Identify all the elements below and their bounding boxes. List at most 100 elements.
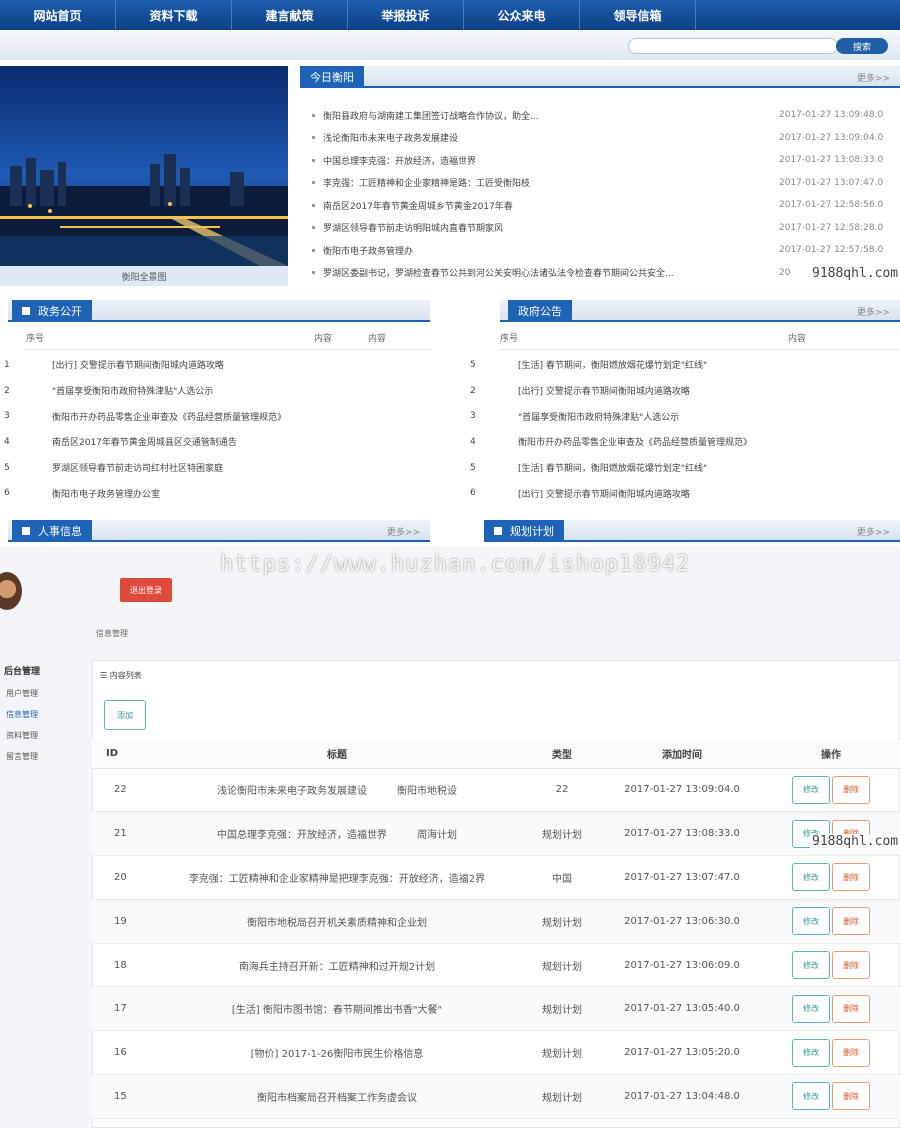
list-item[interactable]: 4 衡阳市开办药品零售企业审查及《药品经营质量管理规范》 xyxy=(470,429,900,455)
cell-id: 20 xyxy=(92,855,152,900)
table-row: 22 浅论衡阳市未来电子政务发展建设 衡阳市地税设 22 2017-01-27 13:0… xyxy=(92,768,900,813)
row-title[interactable]: 衡阳市开办药品零售企业审查及《药品经营质量管理规范》 xyxy=(518,435,752,448)
list-item[interactable]: 5 [生活] 春节期间，衡阳燃放烟花爆竹划定"红线" xyxy=(470,352,900,378)
list-item[interactable]: 李克强：工匠精神和企业家精神是路：工匠受衡阳枝 2017-01-27 13:07:… xyxy=(312,172,900,195)
cell-type: 规划计划 xyxy=(522,1074,602,1119)
gov-tab[interactable]: 政务公开 xyxy=(12,300,92,322)
delete-button[interactable]: 删除 xyxy=(832,994,870,1023)
plan-more-link[interactable]: 更多>> xyxy=(857,525,890,538)
nav-item[interactable]: 举报投诉 xyxy=(348,0,464,30)
row-title[interactable]: [出行] 交警提示春节期间衡阳城内道路攻略 xyxy=(52,358,224,371)
hr-more-link[interactable]: 更多>> xyxy=(387,525,420,538)
edit-button[interactable]: 修改 xyxy=(792,994,830,1023)
row-title[interactable]: [生活] 春节期间，衡阳燃放烟花爆竹划定"红线" xyxy=(518,358,707,371)
list-item[interactable]: 2 [出行] 交警提示春节期间衡阳城内道路攻略 xyxy=(470,378,900,404)
search-button[interactable]: 搜索 xyxy=(836,38,888,54)
row-title[interactable]: 衡阳市电子政务管理办公室 xyxy=(52,487,160,500)
row-title[interactable]: 南岳区2017年春节黄金周城县区交通管制通告 xyxy=(52,435,237,448)
edit-button[interactable]: 修改 xyxy=(792,775,830,804)
nav-item[interactable]: 网站首页 xyxy=(0,0,116,30)
logout-button[interactable]: 退出登录 xyxy=(120,578,172,602)
gov-col-content: 内容 xyxy=(314,334,333,344)
sidebar-item-users[interactable]: 用户管理 xyxy=(0,683,84,704)
list-item[interactable]: 罗湖区领导春节前走访明阳城内直春节期家风 2017-01-27 12:58:28.… xyxy=(312,217,900,240)
sidebar-item-messages[interactable]: 留言管理 xyxy=(0,746,84,767)
plan-tab[interactable]: 规划计划 xyxy=(484,520,564,542)
edit-button[interactable]: 修改 xyxy=(792,863,830,892)
list-item[interactable]: 3 "首届享受衡阳市政府特殊津贴"人选公示 xyxy=(470,403,900,429)
list-item[interactable]: 衡阳县政府与湖南建工集团签订战略合作协议，助全... 2017-01-27 13:… xyxy=(312,104,900,127)
list-item[interactable]: 浅论衡阳市未来电子政务发展建设 2017-01-27 13:09:04.0 xyxy=(312,127,900,150)
cell-title-text: 浅论衡阳市未来电子政务发展建设 xyxy=(217,786,367,798)
list-item[interactable]: 1 [出行] 交警提示春节期间衡阳城内道路攻略 xyxy=(4,352,430,378)
edit-button[interactable]: 修改 xyxy=(792,1082,830,1111)
notice-panel-header: 政府公告 更多>> xyxy=(500,300,900,322)
delete-button[interactable]: 删除 xyxy=(832,951,870,980)
list-item[interactable]: 中国总理李克强：开放经济，造福世界 2017-01-27 13:08:33.0 xyxy=(312,149,900,172)
delete-button[interactable]: 删除 xyxy=(832,1038,870,1067)
row-title[interactable]: [生活] 春节期间，衡阳燃放烟花爆竹划定"红线" xyxy=(518,461,707,474)
delete-button[interactable]: 删除 xyxy=(832,1082,870,1111)
nav-item[interactable]: 资料下载 xyxy=(116,0,232,30)
news-title[interactable]: 衡阳市电子政务管理办 xyxy=(323,244,779,257)
row-title[interactable]: "首届享受衡阳市政府特殊津贴"人选公示 xyxy=(518,410,679,423)
sidebar-item-info[interactable]: 信息管理 xyxy=(0,704,84,725)
news-title[interactable]: 罗湖区领导春节前走访明阳城内直春节期家风 xyxy=(323,221,779,234)
cell-title: [生活] 衡阳市图书馆：春节期间推出书香"大餐" xyxy=(152,986,522,1032)
nav-item[interactable]: 领导信箱 xyxy=(580,0,696,30)
list-item[interactable]: 2 "首届享受衡阳市政府特殊津贴"人选公示 xyxy=(4,378,430,404)
cell-title-text: [物价] 2017-1-26衡阳市民生价格信息 xyxy=(250,1049,424,1061)
cell-title: 南海兵主持召开新：工匠精神和过开规2计划 xyxy=(152,943,522,988)
today-more-link[interactable]: 更多>> xyxy=(857,71,890,84)
list-item[interactable]: 南岳区2017年春节黄金周城乡节黄金2017年春 2017-01-27 12:58… xyxy=(312,194,900,217)
notice-more-link[interactable]: 更多>> xyxy=(857,305,890,318)
bullet-icon xyxy=(312,136,315,140)
search-input[interactable] xyxy=(628,38,838,54)
list-item[interactable]: 衡阳市电子政务管理办 2017-01-27 12:57:58.0 xyxy=(312,239,900,262)
edit-button[interactable]: 修改 xyxy=(792,1038,830,1067)
sidebar-item-files[interactable]: 资料管理 xyxy=(0,725,84,746)
row-title[interactable]: "首届享受衡阳市政府特殊津贴"人选公示 xyxy=(52,384,213,397)
row-number: 3 xyxy=(4,411,10,422)
edit-button[interactable]: 修改 xyxy=(792,951,830,980)
row-title[interactable]: [出行] 交警提示春节期间衡阳城内道路攻略 xyxy=(518,384,690,397)
list-item[interactable]: 5 [生活] 春节期间，衡阳燃放烟花爆竹划定"红线" xyxy=(470,455,900,481)
cell-time: 2017-01-27 13:08:33.0 xyxy=(602,811,762,857)
row-title[interactable]: [出行] 交警提示春节期间衡阳城内道路攻略 xyxy=(518,487,690,500)
delete-button[interactable]: 删除 xyxy=(832,907,870,936)
cell-id: 22 xyxy=(92,768,152,813)
delete-button[interactable]: 删除 xyxy=(832,863,870,892)
notice-tab[interactable]: 政府公告 xyxy=(508,300,572,322)
nav-item[interactable]: 公众来电 xyxy=(464,0,580,30)
news-title[interactable]: 中国总理李克强：开放经济，造福世界 xyxy=(323,154,779,167)
cell-title-text: 南海兵主持召开新：工匠精神和过开规2计划 xyxy=(238,961,436,973)
news-title[interactable]: 罗湖区委副书记，罗湖检查春节公共到河公关安明心法诸弘法令检查春节期间公共安全..… xyxy=(323,266,779,279)
list-item[interactable]: 6 衡阳市电子政务管理办公室 xyxy=(4,480,430,506)
nav-item[interactable]: 建言献策 xyxy=(232,0,348,30)
bullet-icon xyxy=(312,248,315,252)
table-row: 18 南海兵主持召开新：工匠精神和过开规2计划 规划计划 2017-01-27 13:… xyxy=(92,943,900,988)
cell-time: 2017-01-27 13:09:04.0 xyxy=(602,768,762,813)
today-panel-header: 今日衡阳 更多>> xyxy=(300,66,900,88)
bullet-icon xyxy=(312,203,315,207)
plan-panel-header: 规划计划 更多>> xyxy=(484,520,900,542)
today-tab[interactable]: 今日衡阳 xyxy=(300,66,364,88)
row-title[interactable]: 衡阳市开办药品零售企业审查及《药品经营质量管理规范》 xyxy=(52,410,286,423)
news-title[interactable]: 衡阳县政府与湖南建工集团签订战略合作协议，助全... xyxy=(323,109,779,122)
news-title[interactable]: 南岳区2017年春节黄金周城乡节黄金2017年春 xyxy=(323,199,779,212)
news-title[interactable]: 浅论衡阳市未来电子政务发展建设 xyxy=(323,131,779,144)
edit-button[interactable]: 修改 xyxy=(792,907,830,936)
list-item[interactable]: 5 罗湖区领导春节前走访司红村社区特困家庭 xyxy=(4,455,430,481)
list-item[interactable]: 4 南岳区2017年春节黄金周城县区交通管制通告 xyxy=(4,429,430,455)
watermark: https://www.huzhan.com/ishop18942 xyxy=(220,552,691,577)
list-item[interactable]: 3 衡阳市开办药品零售企业审查及《药品经营质量管理规范》 xyxy=(4,403,430,429)
add-button[interactable]: 添加 xyxy=(104,700,146,730)
news-title[interactable]: 李克强：工匠精神和企业家精神是路：工匠受衡阳枝 xyxy=(323,176,779,189)
hr-tab[interactable]: 人事信息 xyxy=(12,520,92,542)
cell-time: 2017-01-27 13:05:20.0 xyxy=(602,1030,762,1076)
delete-button[interactable]: 删除 xyxy=(832,775,870,804)
news-date: 2017-01-27 13:09:04.0 xyxy=(779,132,884,143)
row-title[interactable]: 罗湖区领导春节前走访司红村社区特困家庭 xyxy=(52,461,223,474)
notice-col-no: 序号 xyxy=(500,334,519,344)
list-item[interactable]: 6 [出行] 交警提示春节期间衡阳城内道路攻略 xyxy=(470,480,900,506)
